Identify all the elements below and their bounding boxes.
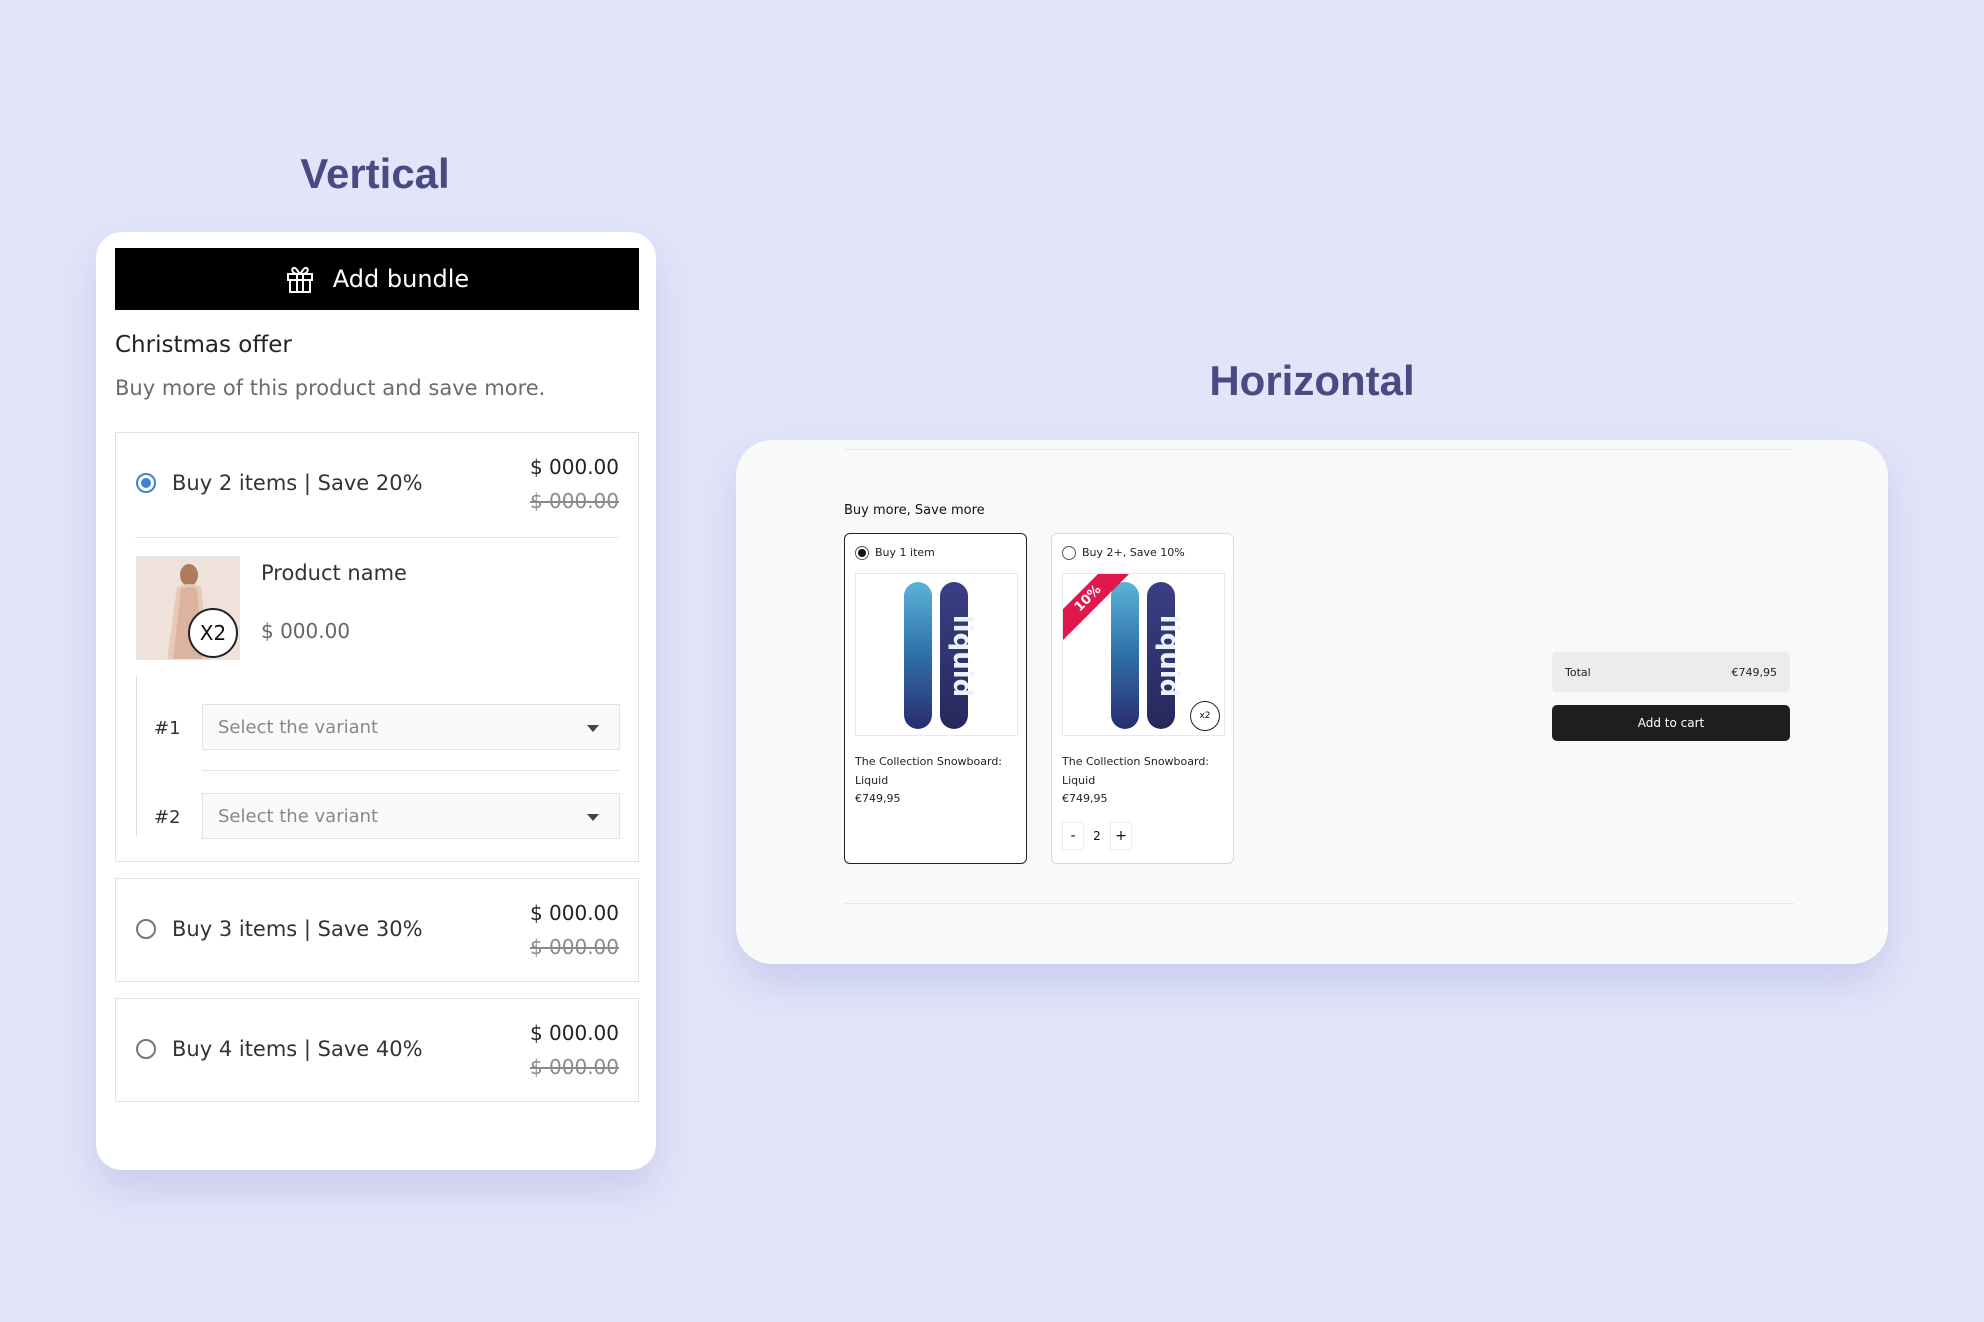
option-radio[interactable] <box>1062 546 1076 560</box>
bundle-tier-2-items[interactable]: Buy 2 items | Save 20% $ 000.00 $ 000.00… <box>115 432 639 862</box>
offer-subtitle: Buy more of this product and save more. <box>115 376 546 400</box>
option-product-name: The Collection Snowboard: Liquid <box>1062 755 1210 787</box>
svg-text:liquid: liquid <box>947 615 977 697</box>
add-to-cart-button[interactable]: Add to cart <box>1552 705 1790 741</box>
tier-label: Buy 2 items | Save 20% <box>172 471 423 495</box>
tier-price: $ 000.00 <box>529 455 619 479</box>
horizontal-bundle-title: Buy more, Save more <box>844 503 985 518</box>
variant-number: #1 <box>154 718 181 739</box>
option-price: €749,95 <box>855 792 901 805</box>
tier-price: $ 000.00 <box>529 901 619 925</box>
variant-divider <box>202 770 620 771</box>
variant-select-1[interactable]: Select the variant <box>202 704 620 750</box>
tier-divider <box>135 537 619 538</box>
option-label: Buy 1 item <box>875 546 935 559</box>
variant-select-2[interactable]: Select the variant <box>202 793 620 839</box>
total-summary: Total €749,95 <box>1552 652 1790 692</box>
option-radio-selected[interactable] <box>855 546 869 560</box>
top-divider <box>844 449 1794 450</box>
horizontal-bundle-card: Buy more, Save more Buy 1 item liquid Th… <box>736 440 1888 964</box>
quantity-value: 2 <box>1084 822 1110 850</box>
tier-radio-selected[interactable] <box>136 473 156 493</box>
variant-select-placeholder: Select the variant <box>218 805 379 827</box>
quantity-badge: x2 <box>1190 701 1220 731</box>
bottom-divider <box>844 903 1794 904</box>
bundle-tier-4-items[interactable]: Buy 4 items | Save 40% $ 000.00 $ 000.00 <box>115 998 639 1102</box>
tier-label: Buy 3 items | Save 30% <box>172 917 423 941</box>
tier-label: Buy 4 items | Save 40% <box>172 1037 423 1061</box>
bundle-option-2-items[interactable]: Buy 2+, Save 10% liquid 10% x2 The Colle… <box>1051 533 1234 864</box>
add-bundle-label: Add bundle <box>332 265 470 293</box>
vertical-heading: Vertical <box>300 150 450 197</box>
add-bundle-button[interactable]: Add bundle <box>115 248 639 310</box>
product-price: $ 000.00 <box>261 619 351 643</box>
bundle-option-1-item[interactable]: Buy 1 item liquid The Collection Snowboa… <box>844 533 1027 864</box>
quantity-badge: X2 <box>188 608 238 658</box>
tier-compare-price: $ 000.00 <box>529 935 619 959</box>
decrease-button[interactable]: - <box>1062 822 1084 850</box>
variant-connector-line <box>136 676 137 836</box>
caret-down-icon <box>587 725 599 732</box>
variant-select-placeholder: Select the variant <box>218 716 379 738</box>
variant-number: #2 <box>154 807 181 828</box>
option-product-name: The Collection Snowboard: Liquid <box>855 755 1003 787</box>
tier-compare-price: $ 000.00 <box>529 1055 619 1079</box>
tier-compare-price: $ 000.00 <box>529 489 619 513</box>
total-value: €749,95 <box>1731 665 1778 679</box>
offer-title: Christmas offer <box>115 332 292 358</box>
quantity-stepper: - 2 + <box>1062 822 1132 852</box>
tier-radio[interactable] <box>136 919 156 939</box>
tier-price: $ 000.00 <box>529 1021 619 1045</box>
svg-text:liquid: liquid <box>1154 615 1184 697</box>
option-price: €749,95 <box>1062 792 1108 805</box>
vertical-bundle-card: Add bundle Christmas offer Buy more of t… <box>96 232 656 1170</box>
tier-radio[interactable] <box>136 1039 156 1059</box>
increase-button[interactable]: + <box>1110 822 1132 850</box>
bundle-tier-3-items[interactable]: Buy 3 items | Save 30% $ 000.00 $ 000.00 <box>115 878 639 982</box>
snowboard-image: liquid <box>855 573 1018 736</box>
caret-down-icon <box>587 814 599 821</box>
horizontal-heading: Horizontal <box>1209 357 1415 404</box>
snowboard-image: liquid 10% x2 <box>1062 573 1225 736</box>
total-label: Total <box>1565 665 1591 679</box>
product-name: Product name <box>261 561 407 585</box>
gift-icon <box>285 264 315 294</box>
option-label: Buy 2+, Save 10% <box>1082 546 1185 559</box>
